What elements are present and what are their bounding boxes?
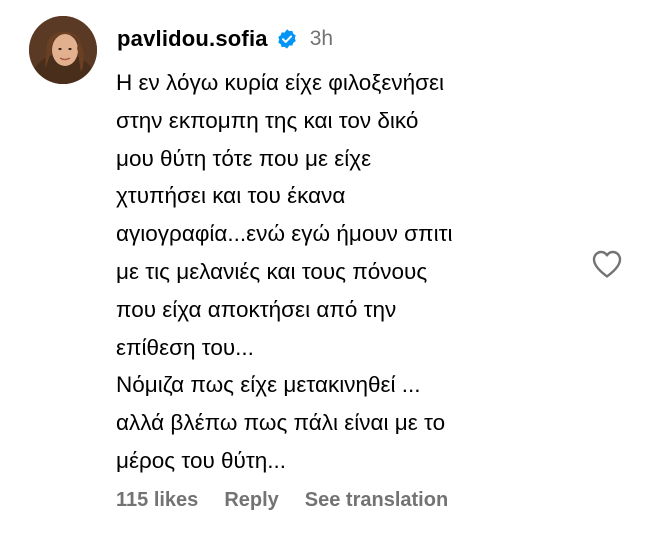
profile-photo xyxy=(29,16,97,84)
comment-line: μέρος του θύτη... xyxy=(116,447,287,473)
username-link[interactable]: pavlidou.sofia xyxy=(117,26,268,52)
comment-line: αγιογραφία...ενώ εγώ ήμουν σπιτι xyxy=(116,221,453,247)
comment-line: αλλά βλέπω πως πάλι είναι με το xyxy=(116,410,446,436)
comment-line: που είχα αποκτήσει από την xyxy=(116,296,397,322)
comment-line: μου θύτη τότε που με είχε xyxy=(116,145,372,171)
timestamp: 3h xyxy=(309,27,334,50)
avatar[interactable] xyxy=(29,16,97,84)
comment-header: pavlidou.sofia 3h xyxy=(117,21,333,57)
see-translation-button[interactable]: See translation xyxy=(305,489,448,512)
comment-actions: 115 likes Reply See translation xyxy=(116,489,474,512)
reply-button[interactable]: Reply xyxy=(224,489,278,512)
comment-line: με τις μελανιές και τους πόνους xyxy=(116,258,428,284)
comment-text: Η εν λόγω κυρία είχε φιλοξενήσει στην εκ… xyxy=(116,64,586,480)
likes-count[interactable]: 115 likes xyxy=(116,489,198,512)
comment-line: επίθεση του... xyxy=(116,334,254,360)
comment-line: χτυπήσει και του έκανα xyxy=(116,183,346,209)
comment-line: Η εν λόγω κυρία είχε φιλοξενήσει xyxy=(116,70,445,95)
comment-line: Νόμιζα πως είχε μετακινηθεί ... xyxy=(116,372,421,398)
verified-badge-icon xyxy=(276,28,298,50)
like-heart-icon[interactable] xyxy=(591,249,623,279)
comment-line: στην εκπομπη της και τον δικό xyxy=(116,107,419,133)
